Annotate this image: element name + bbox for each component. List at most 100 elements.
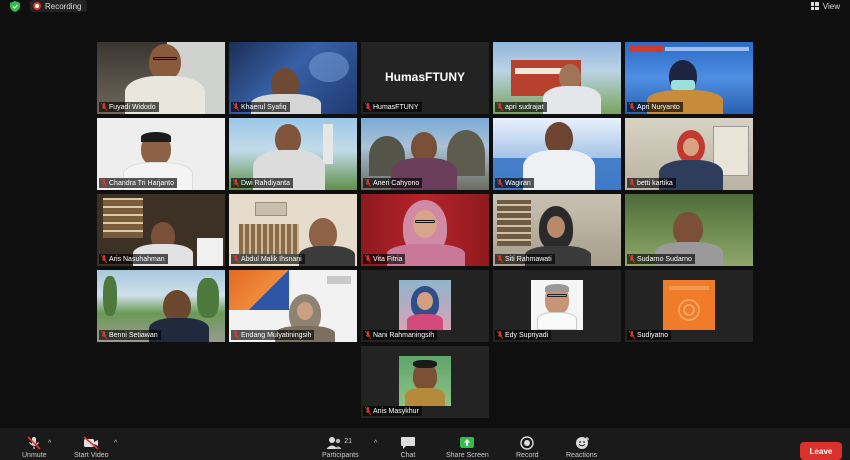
recording-label: Recording: [45, 1, 82, 11]
start-video-label: Start Video: [74, 452, 109, 459]
muted-mic-icon: [101, 331, 107, 339]
audio-options-caret-icon[interactable]: ^: [48, 440, 51, 447]
share-screen-label: Share Screen: [446, 452, 489, 459]
participant-name: Vita Fitria: [373, 255, 403, 263]
participant-name-tag: Nani Rahmaningsih: [363, 330, 438, 340]
participant-name: Sudarno Sudarno: [637, 255, 692, 263]
video-tile[interactable]: Vita Fitria: [361, 194, 489, 266]
muted-mic-icon: [101, 179, 107, 187]
participants-label: Participants: [322, 452, 359, 459]
participant-name: Benni Setiawan: [109, 331, 158, 339]
participant-name-tag: Sudiyatno: [627, 330, 672, 340]
participant-name-tag: Dwi Rahdiyanta: [231, 178, 294, 188]
chat-button[interactable]: Chat: [400, 436, 416, 459]
participant-name: Abdul Malik Ihsnani: [241, 255, 302, 263]
muted-mic-icon: [629, 255, 635, 263]
video-tile[interactable]: Dwi Rahdiyanta: [229, 118, 357, 190]
recording-icon: [33, 2, 41, 10]
muted-mic-icon: [101, 103, 107, 111]
participant-name-tag: Khaerul Syafiq: [231, 102, 290, 112]
muted-mic-icon: [27, 436, 41, 450]
top-bar: Recording View: [0, 0, 850, 14]
participant-name-tag: Fuyadi Widodo: [99, 102, 159, 112]
view-button[interactable]: View: [810, 0, 840, 12]
record-button[interactable]: Record: [516, 436, 539, 459]
chat-icon: [401, 437, 415, 449]
participant-name-tag: apri sudrajat: [495, 102, 547, 112]
muted-mic-icon: [233, 103, 239, 111]
profile-picture: [399, 356, 451, 406]
unmute-button[interactable]: Unmute: [22, 436, 47, 459]
participant-name: Nani Rahmaningsih: [373, 331, 435, 339]
participant-name-tag: Wagiran: [495, 178, 534, 188]
profile-picture: [663, 280, 715, 330]
video-tile-no-video[interactable]: Nani Rahmaningsih: [361, 270, 489, 342]
meeting-toolbar: Unmute ^ Start Video ^ 21 Participants ^…: [0, 428, 850, 460]
video-tile[interactable]: Aris Nasuhahman: [97, 194, 225, 266]
video-tile[interactable]: Chandra Tri Harjanto: [97, 118, 225, 190]
video-tile-no-video[interactable]: Edy Supriyadi: [493, 270, 621, 342]
participant-display-name: HumasFTUNY: [384, 70, 465, 84]
video-tile[interactable]: Endang Mulyatiningsih: [229, 270, 357, 342]
video-tile[interactable]: Khaerul Syafiq: [229, 42, 357, 114]
video-tile[interactable]: Abdul Malik Ihsnani: [229, 194, 357, 266]
muted-mic-icon: [365, 255, 371, 263]
muted-mic-icon: [629, 179, 635, 187]
start-video-button[interactable]: Start Video: [74, 436, 109, 459]
video-options-caret-icon[interactable]: ^: [114, 440, 117, 447]
video-tile[interactable]: Benni Setiawan: [97, 270, 225, 342]
muted-mic-icon: [101, 255, 107, 263]
reactions-icon: [575, 437, 589, 449]
video-tile[interactable]: Fuyadi Widodo: [97, 42, 225, 114]
participant-name: Wagiran: [505, 179, 531, 187]
muted-mic-icon: [497, 255, 503, 263]
security-shield-icon[interactable]: [10, 1, 20, 12]
recording-indicator[interactable]: Recording: [30, 0, 88, 12]
record-label: Record: [516, 452, 539, 459]
video-tile-no-video[interactable]: HumasFTUNY HumasFTUNY: [361, 42, 489, 114]
video-tile[interactable]: Wagiran: [493, 118, 621, 190]
participants-options-caret-icon[interactable]: ^: [374, 440, 377, 447]
muted-mic-icon: [365, 103, 371, 111]
reactions-button[interactable]: Reactions: [566, 436, 597, 459]
video-tile-no-video[interactable]: Anis Masykhur: [361, 346, 489, 418]
profile-logo-icon: [669, 286, 709, 321]
participant-name-tag: Abdul Malik Ihsnani: [231, 254, 305, 264]
participant-name: Anis Masykhur: [373, 407, 419, 415]
chat-label: Chat: [400, 452, 416, 459]
share-screen-button[interactable]: Share Screen: [446, 436, 489, 459]
participant-name: Chandra Tri Harjanto: [109, 179, 174, 187]
video-tile[interactable]: Siti Rahmawati: [493, 194, 621, 266]
participant-name-tag: Benni Setiawan: [99, 330, 161, 340]
video-tile[interactable]: Sudarno Sudarno: [625, 194, 753, 266]
muted-mic-icon: [233, 255, 239, 263]
grid-view-icon: [810, 2, 819, 10]
leave-button[interactable]: Leave: [800, 442, 842, 460]
participant-name-tag: Anis Masykhur: [363, 406, 422, 416]
muted-mic-icon: [365, 331, 371, 339]
participant-name-tag: HumasFTUNY: [363, 102, 422, 112]
unmute-label: Unmute: [22, 452, 47, 459]
muted-mic-icon: [233, 179, 239, 187]
view-label: View: [822, 1, 840, 11]
participant-name: Aris Nasuhahman: [109, 255, 165, 263]
participant-name: apri sudrajat: [505, 103, 544, 111]
participant-name: Dwi Rahdiyanta: [241, 179, 291, 187]
participant-name-tag: Aneri Cahyono: [363, 178, 423, 188]
participant-name: Apri Nuryanto: [637, 103, 680, 111]
participant-name: Endang Mulyatiningsih: [241, 331, 312, 339]
share-screen-icon: [460, 437, 475, 448]
video-off-icon: [83, 436, 99, 450]
video-tile[interactable]: apri sudrajat: [493, 42, 621, 114]
video-tile[interactable]: betti kartika: [625, 118, 753, 190]
participants-icon: [326, 437, 342, 449]
video-tile[interactable]: Aneri Cahyono: [361, 118, 489, 190]
participant-name-tag: Edy Supriyadi: [495, 330, 552, 340]
video-tile-no-video[interactable]: Sudiyatno: [625, 270, 753, 342]
participant-name-tag: Aris Nasuhahman: [99, 254, 168, 264]
video-tile-active-speaker[interactable]: Apri Nuryanto: [625, 42, 753, 114]
participants-button[interactable]: 21 Participants: [322, 436, 359, 459]
muted-mic-icon: [365, 407, 371, 415]
participant-name-tag: betti kartika: [627, 178, 676, 188]
participant-name-tag: Apri Nuryanto: [627, 102, 683, 112]
